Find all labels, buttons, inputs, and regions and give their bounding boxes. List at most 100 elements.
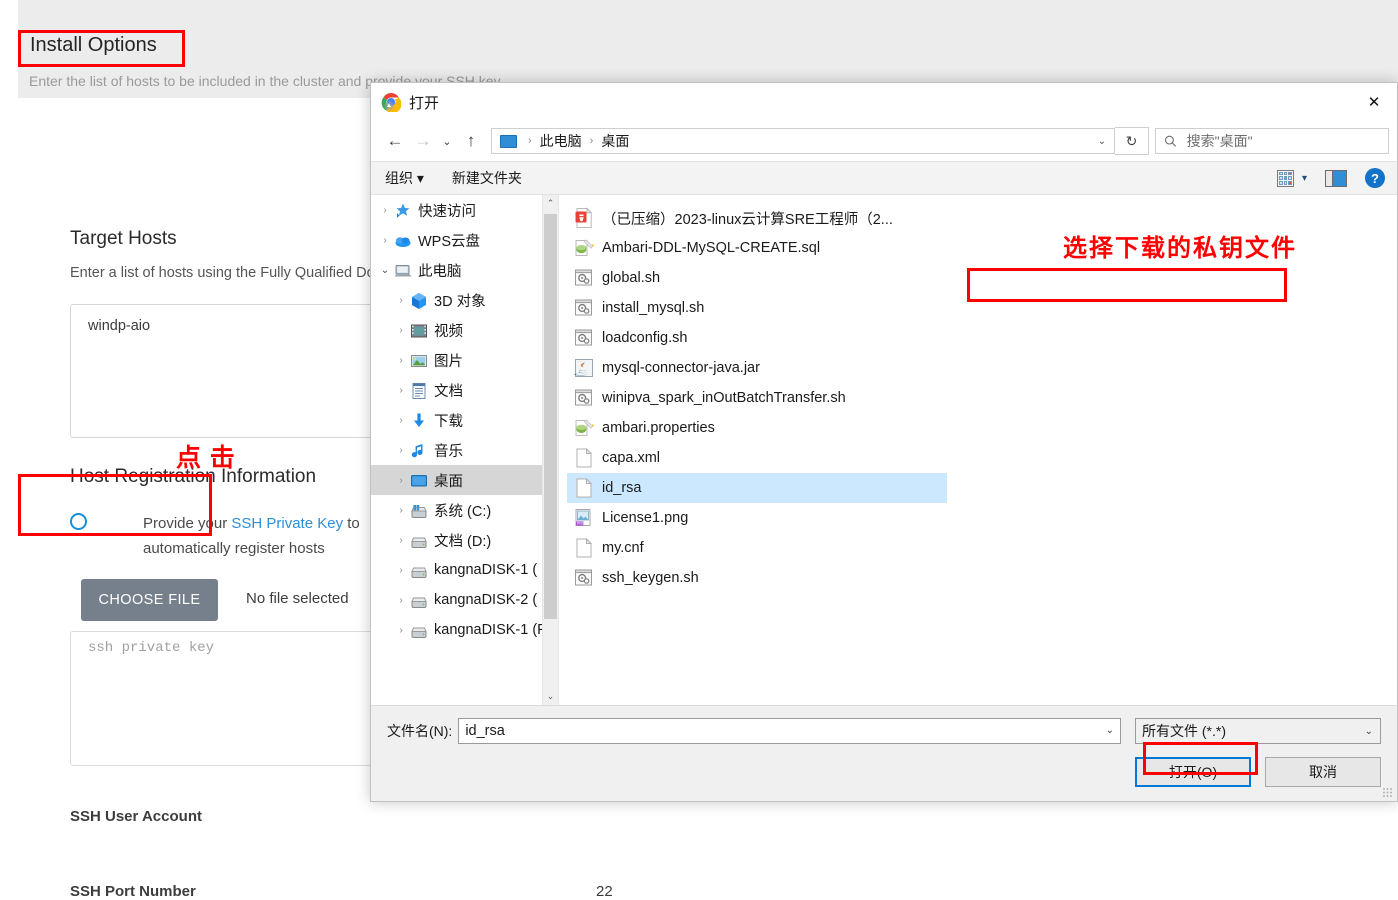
- chevron-right-icon[interactable]: ›: [377, 235, 393, 246]
- dialog-button-row: 打开(O) 取消: [387, 757, 1381, 787]
- file-row[interactable]: capa.xml: [567, 443, 947, 473]
- filename-input[interactable]: [458, 718, 1121, 744]
- file-row[interactable]: mysql-connector-java.jar: [567, 353, 947, 383]
- breadcrumb[interactable]: › 此电脑 › 桌面 ⌄: [491, 128, 1115, 154]
- choose-file-button[interactable]: CHOOSE FILE: [81, 579, 218, 621]
- commandbar-right-group: ▾ ?: [1276, 168, 1385, 188]
- chevron-right-icon[interactable]: ›: [393, 415, 409, 426]
- tree-item-14[interactable]: › kangnaDISK-1 (F: [371, 615, 542, 645]
- chevron-right-icon[interactable]: ›: [393, 625, 409, 636]
- dialog-commandbar: 组织 ▾ 新建文件夹 ▾ ?: [371, 161, 1397, 195]
- search-box[interactable]: [1155, 128, 1389, 154]
- tree-item-9[interactable]: › 桌面: [371, 465, 542, 495]
- scrollbar-thumb[interactable]: [544, 214, 557, 619]
- file-row[interactable]: loadconfig.sh: [567, 323, 947, 353]
- file-row[interactable]: ambari.properties: [567, 413, 947, 443]
- filename-row: 文件名(N): ⌄ 所有文件 (*.*) ⌄: [387, 718, 1381, 744]
- radio-inner-dot: [76, 519, 81, 524]
- filename-chevron-down-icon[interactable]: ⌄: [1106, 725, 1114, 736]
- tree-item-1[interactable]: › WPS云盘: [371, 225, 542, 255]
- file-row[interactable]: install_mysql.sh: [567, 293, 947, 323]
- file-row[interactable]: winipva_spark_inOutBatchTransfer.sh: [567, 383, 947, 413]
- tree-item-label: 图片: [434, 353, 463, 370]
- file-row[interactable]: global.sh: [567, 263, 947, 293]
- dialog-navbar: ← → ⌄ ↑ › 此电脑 › 桌面 ⌄ ↻: [371, 121, 1397, 161]
- chevron-right-icon[interactable]: ›: [393, 535, 409, 546]
- tree-item-12[interactable]: › kangnaDISK-1 (: [371, 555, 542, 585]
- chevron-right-icon[interactable]: ›: [393, 475, 409, 486]
- organize-button[interactable]: 组织 ▾: [385, 168, 424, 188]
- file-row[interactable]: Ambari-DDL-MySQL-CREATE.sql: [567, 233, 947, 263]
- open-button[interactable]: 打开(O): [1135, 757, 1251, 787]
- breadcrumb-item-1[interactable]: 桌面: [598, 131, 632, 151]
- dialog-title: 打开: [409, 94, 440, 112]
- chevron-down-icon[interactable]: ⌄: [377, 265, 393, 276]
- chevron-right-icon[interactable]: ›: [393, 385, 409, 396]
- filetype-value: 所有文件 (*.*): [1142, 723, 1226, 739]
- file-name-label: my.cnf: [602, 540, 644, 556]
- file-list-pane: （已压缩）2023-linux云计算SRE工程师（2... Ambari-DDL-…: [559, 195, 1397, 705]
- tree-item-label: kangnaDISK-1 (F: [434, 622, 542, 638]
- scroll-down-icon[interactable]: ⌄: [543, 688, 558, 705]
- close-icon[interactable]: ✕: [1351, 83, 1397, 121]
- chevron-right-icon[interactable]: ›: [393, 325, 409, 336]
- refresh-icon[interactable]: ↻: [1115, 127, 1149, 155]
- scroll-up-icon[interactable]: ⌃: [543, 195, 558, 212]
- new-folder-button[interactable]: 新建文件夹: [452, 168, 522, 188]
- tree-scrollbar[interactable]: ⌃ ⌄: [542, 195, 558, 705]
- file-row[interactable]: ssh_keygen.sh: [567, 563, 947, 593]
- tree-item-label: 音乐: [434, 443, 463, 460]
- file-row[interactable]: （已压缩）2023-linux云计算SRE工程师（2...: [567, 203, 947, 233]
- cancel-button[interactable]: 取消: [1265, 757, 1381, 787]
- chevron-right-icon[interactable]: ›: [393, 355, 409, 366]
- tree-item-10[interactable]: › 系统 (C:): [371, 495, 542, 525]
- chevron-right-icon[interactable]: ›: [393, 505, 409, 516]
- back-icon[interactable]: ←: [381, 127, 409, 155]
- file-row[interactable]: PNG License1.png: [567, 503, 947, 533]
- file-name-label: ambari.properties: [602, 420, 715, 436]
- ssh-port-number-label: SSH Port Number: [70, 883, 196, 900]
- ssh-port-number-value: 22: [596, 883, 613, 900]
- resize-grip[interactable]: [1383, 788, 1393, 798]
- chevron-right-icon[interactable]: ›: [377, 205, 393, 216]
- tree-item-0[interactable]: › 快速访问: [371, 195, 542, 225]
- ssh-private-key-placeholder: ssh private key: [88, 640, 215, 656]
- file-row-selected[interactable]: id_rsa: [567, 473, 947, 503]
- ssh-private-key-link[interactable]: SSH Private Key: [231, 515, 343, 532]
- tree-item-label: 3D 对象: [434, 293, 486, 310]
- up-icon[interactable]: ↑: [457, 127, 485, 155]
- preview-pane-icon[interactable]: [1325, 169, 1347, 187]
- tree-item-6[interactable]: › 文档: [371, 375, 542, 405]
- 3d-object-icon: [409, 291, 429, 309]
- tree-item-5[interactable]: › 图片: [371, 345, 542, 375]
- search-input[interactable]: [1184, 132, 1380, 150]
- ssh-private-key-radio[interactable]: [70, 513, 87, 530]
- dialog-bottom-bar: 文件名(N): ⌄ 所有文件 (*.*) ⌄ 打开(O) 取消: [371, 705, 1397, 801]
- tree-item-3[interactable]: › 3D 对象: [371, 285, 542, 315]
- tree-item-7[interactable]: › 下载: [371, 405, 542, 435]
- chevron-right-icon[interactable]: ›: [393, 445, 409, 456]
- computer-icon: [393, 261, 413, 279]
- chevron-right-icon[interactable]: ›: [393, 295, 409, 306]
- help-icon[interactable]: ?: [1365, 168, 1385, 188]
- file-name-label: id_rsa: [602, 480, 642, 496]
- recent-locations-icon[interactable]: ⌄: [437, 127, 457, 155]
- file-name-label: global.sh: [602, 270, 661, 286]
- file-row[interactable]: my.cnf: [567, 533, 947, 563]
- filetype-select[interactable]: 所有文件 (*.*) ⌄: [1135, 718, 1381, 744]
- target-hosts-heading: Target Hosts: [70, 228, 177, 249]
- chevron-right-icon[interactable]: ›: [393, 565, 409, 576]
- chevron-right-icon[interactable]: ›: [393, 595, 409, 606]
- drive-icon: [409, 561, 429, 579]
- tree-item-8[interactable]: › 音乐: [371, 435, 542, 465]
- tree-item-2[interactable]: ⌄ 此电脑: [371, 255, 542, 285]
- tree-item-11[interactable]: › 文档 (D:): [371, 525, 542, 555]
- document-icon: [409, 381, 429, 399]
- tree-item-4[interactable]: › 视频: [371, 315, 542, 345]
- chrome-icon: [381, 92, 402, 114]
- view-chevron-down-icon[interactable]: ▾: [1302, 173, 1307, 184]
- breadcrumb-chevron-down-icon[interactable]: ⌄: [1098, 136, 1106, 147]
- tree-item-13[interactable]: › kangnaDISK-2 (: [371, 585, 542, 615]
- view-options-icon[interactable]: [1276, 169, 1294, 187]
- breadcrumb-item-0[interactable]: 此电脑: [537, 131, 585, 151]
